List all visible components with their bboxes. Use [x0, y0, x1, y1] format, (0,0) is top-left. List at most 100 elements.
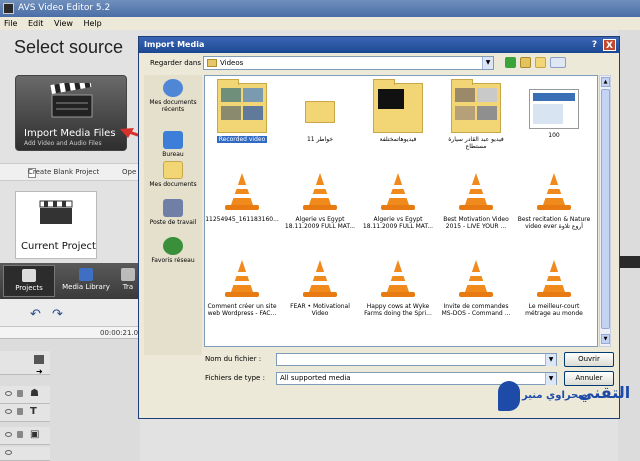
menu-file[interactable]: File	[0, 17, 21, 30]
open-project-label[interactable]: Ope	[122, 168, 136, 176]
lookin-select[interactable]: Videos ▼	[203, 56, 494, 70]
filename-field[interactable]: ▼	[276, 353, 557, 366]
folder-icon	[295, 83, 345, 133]
menu-help[interactable]: Help	[80, 17, 106, 30]
list-item[interactable]: فيديوهاتمختلفة	[361, 79, 435, 143]
create-blank-project-button[interactable]: Create Blank Project Ope	[0, 163, 140, 181]
list-item[interactable]: Best recitation & Nature video ever أروع…	[517, 169, 591, 230]
list-item[interactable]: خواطر 11	[283, 83, 357, 143]
watermark-big-text: التقني	[578, 383, 631, 402]
list-item[interactable]: Le meilleur-court métrage au monde	[517, 256, 591, 317]
eye-icon[interactable]	[5, 432, 12, 437]
list-item[interactable]: فيديو عبد القادر سيارة مستطاع	[439, 79, 513, 150]
folder-icon	[373, 79, 423, 133]
vlc-cone-icon	[534, 260, 574, 300]
list-item[interactable]: FEAR • Motivational Video	[283, 256, 357, 317]
places-bar: Mes documents récents Bureau Mes documen…	[144, 75, 202, 355]
dialog-titlebar: Import Media ? X	[139, 37, 619, 53]
tab-projects[interactable]: Projects	[3, 265, 55, 297]
list-item[interactable]: 100	[517, 83, 591, 139]
list-item[interactable]: Comment créer un site web Wordpress - FA…	[205, 256, 279, 317]
thumbnail	[477, 88, 497, 102]
my-documents-icon	[163, 161, 183, 179]
place-network-label: Favoris réseau	[151, 257, 195, 264]
undo-icon[interactable]: ↶	[30, 307, 41, 322]
scroll-up-icon[interactable]: ▲	[601, 77, 610, 87]
thumbnail	[455, 106, 475, 120]
up-folder-icon[interactable]	[520, 57, 531, 68]
eye-icon[interactable]	[5, 391, 12, 396]
scroll-down-icon[interactable]: ▼	[601, 334, 610, 344]
list-item[interactable]: Invite de commandes MS-DOS - Command ...	[439, 256, 513, 317]
chevron-down-icon[interactable]: ▼	[545, 354, 556, 366]
recent-documents-icon	[163, 79, 183, 97]
watermark-logo: صحراوي منير التقني	[498, 378, 638, 420]
computer-icon	[163, 199, 183, 217]
file-name: Best Motivation Video 2015 - LIVE YOUR .…	[443, 216, 509, 230]
lookin-value: Videos	[220, 59, 244, 67]
place-my-documents[interactable]: Mes documents	[144, 161, 202, 188]
chevron-down-icon[interactable]: ▼	[482, 57, 493, 69]
view-menu-icon[interactable]	[550, 57, 566, 68]
file-name: Le meilleur-court métrage au monde	[525, 303, 583, 317]
text-track-header: T	[0, 404, 50, 422]
list-item[interactable]: 11254945_161183160...	[205, 169, 279, 223]
tab-media-library[interactable]: Media Library	[60, 265, 112, 297]
import-media-button[interactable]: Import Media Files Add Video and Audio F…	[15, 75, 127, 151]
tab-transitions[interactable]: Tra	[117, 265, 139, 297]
media-library-icon	[79, 268, 93, 281]
desktop-icon	[163, 131, 183, 149]
audio-track-header: ▣	[0, 427, 50, 445]
app-icon	[3, 3, 14, 14]
open-button[interactable]: Ouvrir	[564, 352, 614, 367]
lock-icon[interactable]	[17, 431, 23, 438]
thumbnail	[477, 106, 497, 120]
menu-view[interactable]: View	[50, 17, 77, 30]
current-project-label: Current Project	[21, 241, 96, 252]
redo-icon[interactable]: ↷	[52, 307, 63, 322]
voice-track-header	[0, 447, 50, 461]
tab-projects-label: Projects	[15, 284, 43, 292]
place-my-computer[interactable]: Poste de travail	[144, 199, 202, 226]
video-track-header: ➜	[0, 351, 50, 376]
tab-transitions-label: Tra	[122, 283, 134, 291]
lock-icon[interactable]	[17, 408, 23, 415]
lock-icon[interactable]	[17, 390, 23, 397]
network-globe-icon	[163, 237, 183, 255]
place-recent-label: Mes documents récents	[149, 99, 197, 113]
folder-shape	[305, 101, 335, 123]
image-thumbnail	[529, 89, 579, 129]
menu-bar: File Edit View Help	[0, 17, 640, 30]
create-blank-label: Create Blank Project	[28, 168, 100, 176]
clapperboard-icon	[50, 83, 93, 118]
lookin-label: Regarder dans :	[150, 59, 206, 67]
place-desktop[interactable]: Bureau	[144, 131, 202, 158]
list-item[interactable]: Best Motivation Video 2015 - LIVE YOUR .…	[439, 169, 513, 230]
eye-icon[interactable]	[5, 409, 12, 414]
page-title: Select source	[14, 37, 124, 57]
list-item[interactable]: Algerie vs Egypt 18.11.2009 FULL MAT...	[283, 169, 357, 230]
back-icon[interactable]	[505, 57, 516, 68]
menu-edit[interactable]: Edit	[24, 17, 48, 30]
file-name: Invite de commandes MS-DOS - Command ...	[441, 303, 511, 317]
close-button[interactable]: X	[603, 39, 616, 51]
list-item[interactable]: Happy cows at Wyke Farms doing the Spri.…	[361, 256, 435, 317]
place-recent[interactable]: Mes documents récents	[144, 79, 202, 113]
import-media-subtitle: Add Video and Audio Files	[24, 140, 102, 147]
place-desktop-label: Bureau	[162, 151, 184, 158]
tab-media-library-label: Media Library	[62, 283, 110, 291]
file-name: FEAR • Motivational Video	[290, 303, 350, 317]
list-item[interactable]: Algerie vs Egypt 18.11.2009 FULL MAT...	[361, 169, 435, 230]
place-network[interactable]: Favoris réseau	[144, 237, 202, 264]
scroll-thumb[interactable]	[601, 89, 610, 329]
list-item[interactable]: Recorded video	[205, 79, 279, 143]
app-title: AVS Video Editor 5.2	[18, 3, 111, 13]
file-list-scrollbar[interactable]: ▲ ▼	[599, 75, 611, 347]
eye-icon[interactable]	[5, 450, 12, 455]
vlc-cone-icon	[300, 260, 340, 300]
help-button[interactable]: ?	[588, 39, 601, 51]
new-folder-icon[interactable]	[535, 57, 546, 68]
timeline-time: 00:00:21.0	[100, 329, 139, 337]
folder-icon	[451, 79, 501, 133]
place-my-documents-label: Mes documents	[149, 181, 197, 188]
